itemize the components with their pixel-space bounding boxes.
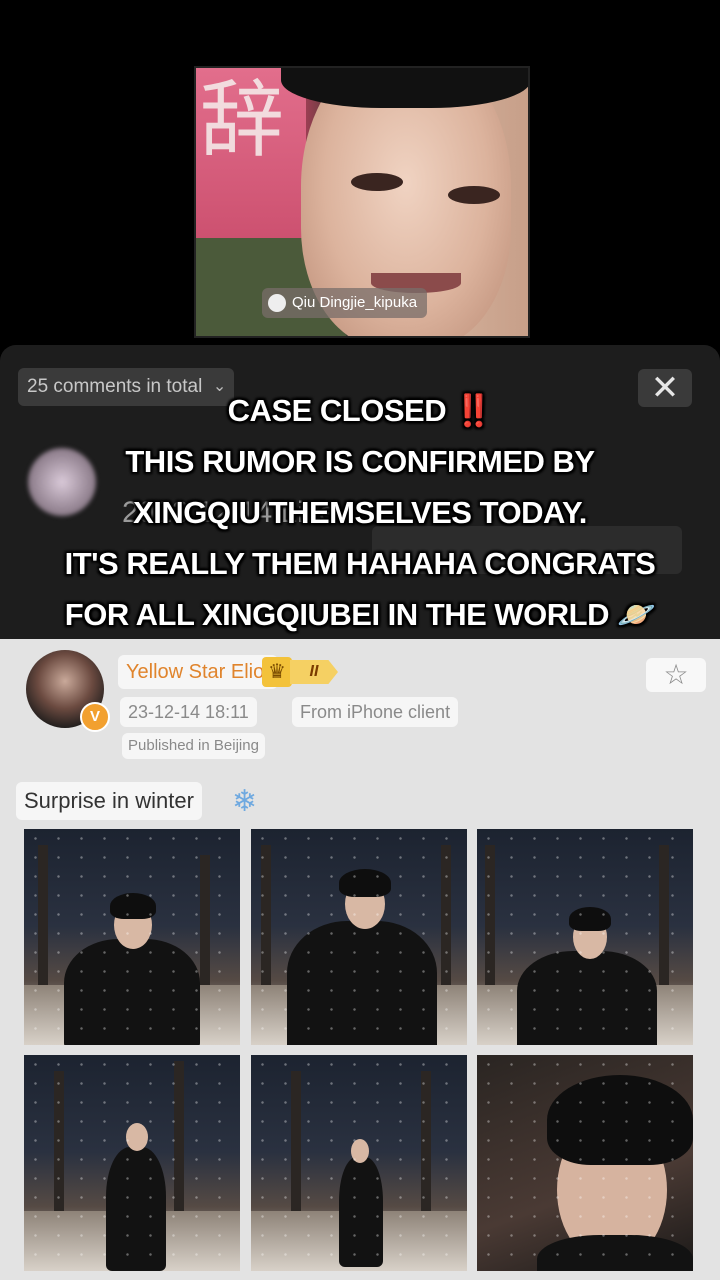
verified-badge-icon: V xyxy=(80,702,110,732)
caption-line-3: XINGQIU THEMSELVES TODAY. xyxy=(133,495,587,530)
caption-line-2: THIS RUMOR IS CONFIRMED BY xyxy=(125,444,595,479)
double-exclamation-icon: ‼️ xyxy=(454,393,493,428)
hair xyxy=(281,68,528,108)
crown-icon: ♛ xyxy=(262,657,292,687)
rank-level: II xyxy=(290,660,338,684)
user-icon xyxy=(268,294,286,312)
photo-4[interactable] xyxy=(24,1055,240,1271)
photo-2[interactable] xyxy=(251,829,467,1045)
rank-badge: ♛ II xyxy=(262,657,338,687)
photo-5[interactable] xyxy=(251,1055,467,1271)
post-source: From iPhone client xyxy=(292,697,459,727)
watermark-text: Qiu Dingjie_kipuka xyxy=(292,294,418,311)
username[interactable]: Yellow Star Eliot xyxy=(118,655,278,689)
right-eye xyxy=(448,186,500,204)
post-location: Published in Beijing xyxy=(122,733,265,759)
sign-glyph: 辞 xyxy=(200,71,285,169)
left-eye xyxy=(351,173,403,191)
favorite-button[interactable]: ☆ xyxy=(646,658,706,692)
video-watermark: Qiu Dingjie_kipuka xyxy=(262,288,428,318)
photo-1[interactable] xyxy=(24,829,240,1045)
planet-icon: 🪐 xyxy=(617,597,656,632)
caption-line-5: FOR ALL XINGQIUBEI IN THE WORLD 🪐 xyxy=(64,597,656,632)
caption-line-1: CASE CLOSED ‼️ xyxy=(227,393,493,428)
snowflake-icon: ❄ xyxy=(232,785,258,818)
photo-6[interactable] xyxy=(477,1055,693,1271)
caption-line-4: IT'S REALLY THEM HAHAHA CONGRATS xyxy=(64,546,656,581)
star-icon: ☆ xyxy=(663,659,689,690)
photo-3[interactable] xyxy=(477,829,693,1045)
post-text: Surprise in winter xyxy=(16,782,202,820)
caption-overlay: CASE CLOSED ‼️ THIS RUMOR IS CONFIRMED B… xyxy=(0,385,720,640)
post-timestamp: 23-12-14 18:11 xyxy=(120,697,257,727)
